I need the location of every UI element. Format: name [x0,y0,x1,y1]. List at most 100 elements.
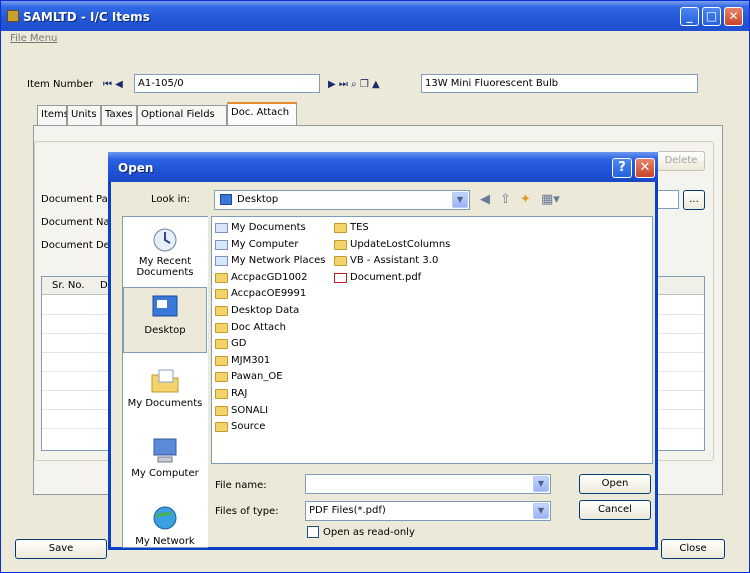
delete-button[interactable]: Delete [657,151,705,171]
folder-icon [334,239,347,250]
look-in-label: Look in: [151,194,191,205]
new-folder-icon[interactable]: ✦ [520,192,531,208]
my-computer-icon [153,438,177,463]
dialog-title-bar[interactable]: Open ? ✕ [108,152,658,182]
place-label: My Recent Documents [136,256,194,278]
views-menu-icon[interactable]: ▦▾ [541,192,560,208]
file-item-label: MJM301 [231,354,271,366]
tab-units[interactable]: Units [67,105,101,125]
pdf-file-icon [334,272,347,283]
file-item-label: GD [231,338,247,350]
close-button[interactable]: Close [661,539,725,559]
place-my-recent-documents[interactable]: My Recent Documents [123,223,207,278]
document-path-label: Document Path [41,194,118,205]
folder-icon [215,306,228,316]
nav-first-prev-icons[interactable]: ⏮ ◀ [103,79,123,90]
folder-icon [215,339,228,350]
look-in-value: Desktop [237,194,279,205]
file-item[interactable]: AccpacOE9991 [215,286,306,302]
grid-col-sr-no[interactable]: Sr. No. [52,280,85,291]
item-number-input[interactable]: A1-105/0 [134,74,320,93]
file-item[interactable]: Doc Attach [215,320,286,336]
places-bar: My Recent Documents Desktop My Documents… [122,216,208,548]
app-icon [7,10,19,22]
place-my-network[interactable]: My Network [123,503,207,547]
chevron-down-icon[interactable]: ▼ [452,192,468,208]
recent-documents-icon [153,228,177,252]
place-desktop[interactable]: Desktop [123,287,207,353]
tab-taxes[interactable]: Taxes [101,105,137,125]
system-folder-icon [215,239,228,250]
place-label: My Documents [127,398,203,409]
place-my-computer[interactable]: My Computer [123,435,207,479]
open-dialog: Open ? ✕ Look in: Desktop ▼ ◀ ⇧ ✦ ▦▾ My … [108,152,658,550]
my-documents-icon [151,369,179,393]
desktop-icon [220,194,232,205]
system-folder-icon [215,223,228,233]
file-name-combo[interactable]: ▼ [305,474,551,494]
file-item[interactable]: GD [215,336,246,352]
minimize-button[interactable]: _ [680,7,699,26]
file-item-label: My Documents [231,222,306,233]
folder-icon [215,289,228,300]
folder-icon [215,422,228,433]
place-label: My Computer [131,468,199,479]
file-item-label: AccpacGD1002 [231,271,308,283]
nav-next-last-finder-icons[interactable]: ▶ ⏭ ⌕ ❐ ▲ [328,79,380,90]
file-item-label: VB - Assistant 3.0 [350,255,439,267]
up-folder-icon[interactable]: ⇧ [500,192,511,208]
browse-button[interactable]: ... [683,190,705,210]
place-my-documents[interactable]: My Documents [123,365,207,409]
file-type-value: PDF Files(*.pdf) [309,505,386,516]
file-item[interactable]: Document.pdf [334,270,421,286]
save-button[interactable]: Save [15,539,107,559]
folder-icon [334,223,347,233]
tab-optional-fields[interactable]: Optional Fields [137,105,227,125]
file-menu[interactable]: File Menu [10,33,57,44]
open-button[interactable]: Open [579,474,651,494]
file-item[interactable]: MJM301 [215,353,270,369]
my-network-icon [153,506,177,530]
look-in-combo[interactable]: Desktop ▼ [214,190,470,210]
cancel-button[interactable]: Cancel [579,500,651,520]
file-item[interactable]: UpdateLostColumns [334,237,450,253]
close-window-button[interactable]: ✕ [724,7,743,26]
chevron-down-icon[interactable]: ▼ [533,476,549,492]
item-description-field: 13W Mini Fluorescent Bulb [421,74,698,93]
file-item[interactable]: My Documents [215,220,306,236]
file-item-label: My Computer [231,238,299,250]
dialog-title: Open [118,161,154,175]
file-item[interactable]: RAJ [215,386,247,402]
back-icon[interactable]: ◀ [480,192,490,208]
file-type-combo[interactable]: PDF Files(*.pdf) ▼ [305,501,551,521]
read-only-label: Open as read-only [323,527,415,538]
tab-items[interactable]: Items [37,105,69,125]
file-item[interactable]: Pawan_OE [215,369,283,385]
document-desc-label: Document Des [41,240,116,251]
chevron-down-icon[interactable]: ▼ [533,503,549,519]
file-item[interactable]: VB - Assistant 3.0 [334,253,438,269]
folder-icon [215,389,228,399]
tab-doc-attach[interactable]: Doc. Attach [227,102,297,125]
file-item[interactable]: Desktop Data [215,303,299,319]
help-button[interactable]: ? [612,158,632,178]
file-item[interactable]: Source [215,419,265,435]
read-only-checkbox[interactable] [307,526,319,538]
place-label: My Network [135,536,195,547]
file-item-label: My Network Places [231,255,326,267]
file-list[interactable]: My Documents My Computer My Network Places… [211,216,653,464]
file-item-label: Doc Attach [231,321,286,333]
file-item[interactable]: My Network Places [215,253,325,269]
file-item[interactable]: AccpacGD1002 [215,270,308,286]
place-label: Desktop [144,325,186,336]
file-item[interactable]: TES [334,220,369,236]
file-item-label: UpdateLostColumns [350,238,451,250]
folder-icon [215,355,228,366]
maximize-button[interactable]: □ [702,7,721,26]
dialog-close-button[interactable]: ✕ [635,158,655,178]
file-item[interactable]: My Computer [215,237,298,253]
folder-icon [215,372,228,383]
file-item[interactable]: SONALI [215,403,268,419]
title-bar[interactable]: SAMLTD - I/C Items _ □ ✕ [1,1,749,31]
item-number-label: Item Number [27,79,94,90]
